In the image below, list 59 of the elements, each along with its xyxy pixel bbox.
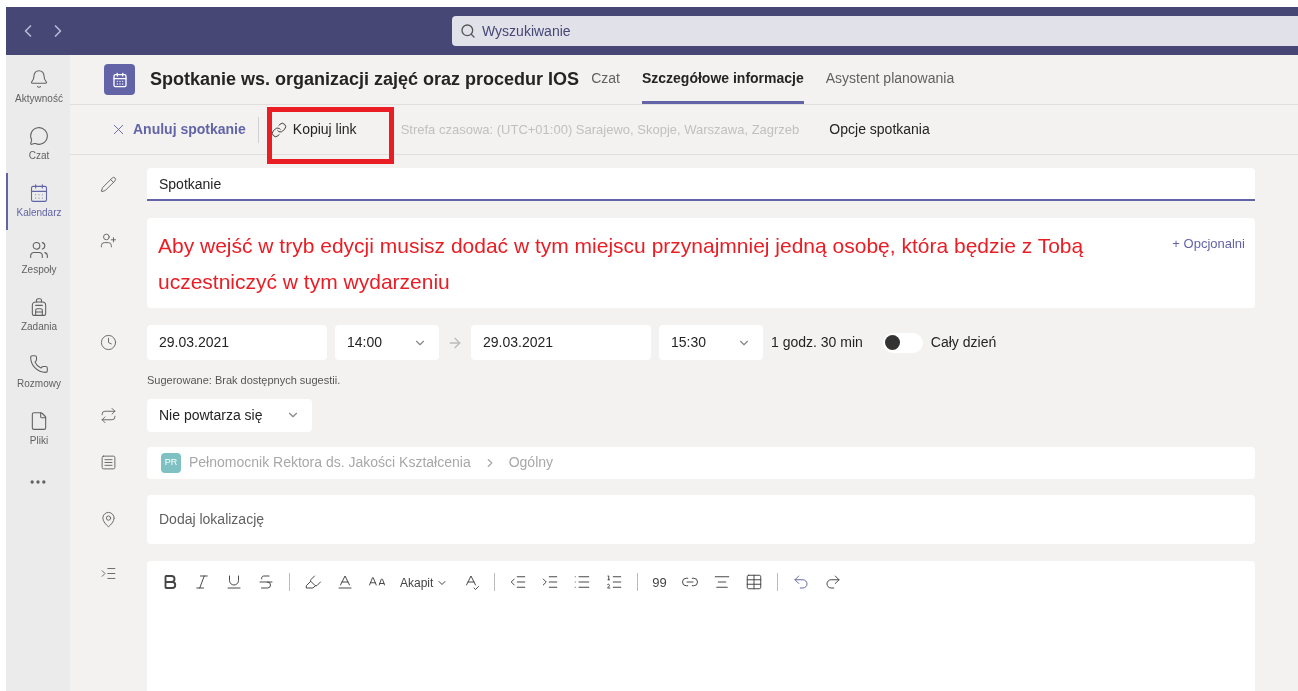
- team-name: Pełnomocnik Rektora ds. Jakości Kształcenia: [189, 453, 471, 472]
- team-badge: PR: [161, 452, 181, 473]
- redo-icon[interactable]: [823, 572, 842, 591]
- description-editor[interactable]: Akapit 99: [147, 560, 1255, 691]
- calendar-app-icon: [104, 64, 135, 95]
- suggestion-text: Sugerowane: Brak dostępnych sugestii.: [147, 373, 341, 388]
- channel-icon: [100, 454, 117, 471]
- location-icon: [100, 510, 117, 528]
- sidebar-item[interactable]: Rozmowy: [6, 344, 70, 401]
- channel-name: Ogólny: [508, 453, 554, 472]
- underline-icon[interactable]: [225, 572, 243, 591]
- repeat-icon: [100, 406, 117, 424]
- annotation-text: Aby wejść w tryb edycji musisz dodać w tym miejscu przynajmniej jedną osobę, która będzie z Tobą uczestniczyć w tym wydarzeniu: [158, 233, 1085, 295]
- italic-icon[interactable]: [193, 572, 211, 591]
- copy-link-button[interactable]: Kopiuj link: [270, 119, 357, 140]
- cancel-meeting-button[interactable]: Anuluj spotkanie: [110, 119, 246, 140]
- start-date-field[interactable]: 29.03.2021: [147, 325, 327, 360]
- title-field[interactable]: Spotkanie: [147, 168, 1255, 201]
- search-input[interactable]: Wyszukiwanie: [482, 20, 1290, 42]
- paragraph-dropdown[interactable]: Akapit: [400, 572, 449, 593]
- end-time-dropdown[interactable]: 15:30: [659, 325, 763, 360]
- search-icon: [460, 23, 476, 39]
- add-person-icon: [100, 232, 117, 249]
- strikethrough-icon[interactable]: [257, 572, 275, 591]
- all-day-toggle[interactable]: [882, 332, 923, 353]
- sidebar-item[interactable]: Zadania: [6, 287, 70, 344]
- highlighter-icon[interactable]: [304, 572, 322, 591]
- undo-icon[interactable]: [791, 572, 810, 591]
- clock-icon: [100, 334, 117, 351]
- all-day-label: Cały dzień: [930, 333, 997, 352]
- end-date-field[interactable]: 29.03.2021: [471, 325, 651, 360]
- pencil-icon: [100, 176, 117, 193]
- phone-icon: [29, 354, 49, 374]
- attendees-field[interactable]: Aby wejść w tryb edycji musisz dodać w tym miejscu przynajmniej jedną osobę, która będzie z Tobą uczestniczyć w tym wydarzeniu + Opcjonalni: [147, 218, 1255, 308]
- optional-attendees-link[interactable]: + Opcjonalni: [1172, 234, 1245, 254]
- link-icon: [270, 121, 287, 138]
- bell-icon: [29, 69, 49, 89]
- meeting-title: Spotkanie ws. organizacji zajęć oraz procedur IOS: [150, 68, 580, 91]
- table-icon[interactable]: [744, 572, 763, 591]
- location-field[interactable]: Dodaj lokalizację: [147, 494, 1255, 544]
- sidebar-item[interactable]: Pliki: [6, 401, 70, 458]
- search-field[interactable]: Wyszukiwanie: [452, 16, 1298, 46]
- calendar-icon: [29, 183, 49, 203]
- chat-icon: [29, 126, 49, 146]
- start-time-dropdown[interactable]: 14:00: [335, 325, 439, 360]
- duration-text: 1 godz. 30 min: [771, 333, 863, 352]
- tab[interactable]: Asystent planowania: [825, 55, 955, 104]
- repeat-dropdown[interactable]: Nie powtarza się: [147, 398, 312, 432]
- sidebar-item[interactable]: Czat: [6, 116, 70, 173]
- quote-button[interactable]: 99: [652, 572, 667, 593]
- sidebar-item[interactable]: Zespoły: [6, 230, 70, 287]
- tab[interactable]: Szczegółowe informacje: [641, 55, 804, 104]
- numbered-list-icon[interactable]: [605, 572, 624, 591]
- file-icon: [29, 411, 49, 431]
- sidebar-item[interactable]: Aktywność: [6, 59, 70, 116]
- people-icon: [29, 240, 49, 260]
- tab[interactable]: Czat: [591, 55, 620, 104]
- meeting-options-button[interactable]: Opcje spotkania: [829, 119, 930, 140]
- backpack-icon: [29, 297, 49, 317]
